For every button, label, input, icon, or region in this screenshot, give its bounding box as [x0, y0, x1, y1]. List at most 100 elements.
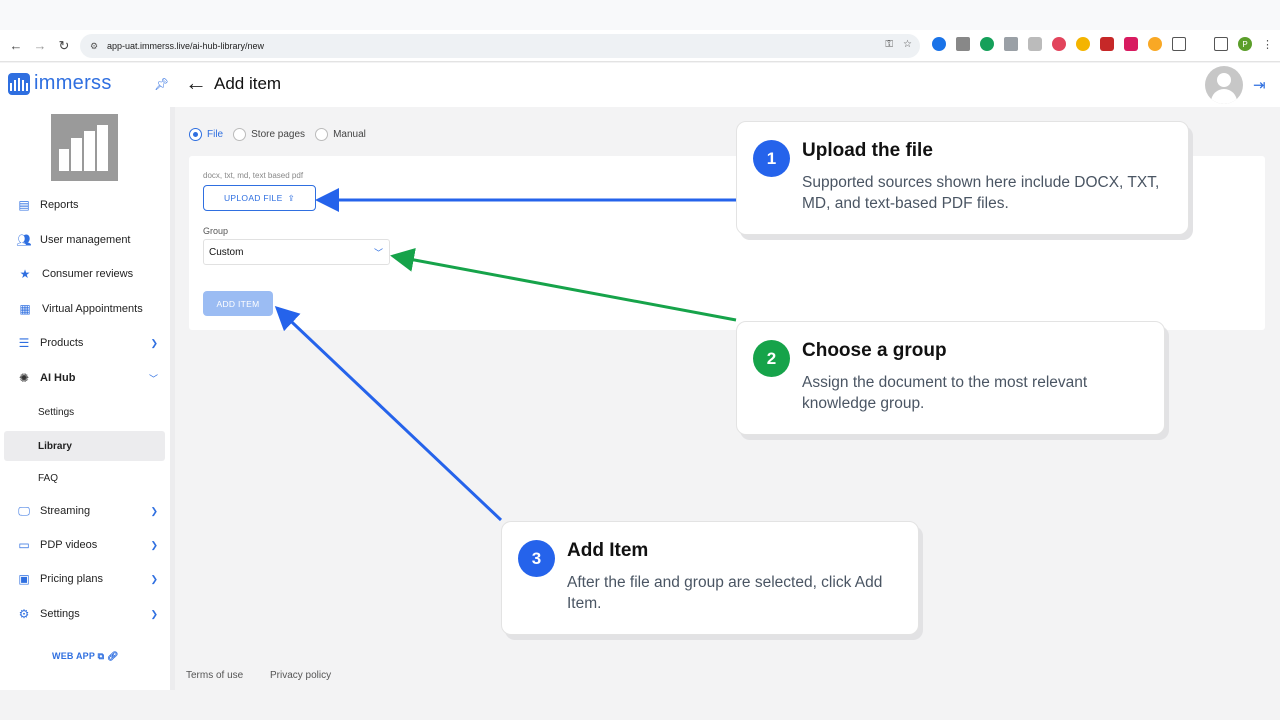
page-bottom-strip: [0, 690, 1280, 720]
radio-store-pages[interactable]: Store pages: [233, 128, 305, 141]
bookmark-star-icon[interactable]: ☆: [903, 39, 912, 50]
sidebar-item-consumer-reviews[interactable]: ★ Consumer reviews: [0, 259, 170, 289]
puzzle-icon[interactable]: [1172, 37, 1186, 51]
site-info-icon[interactable]: ⚙: [90, 40, 102, 52]
list-icon: ☰: [18, 336, 30, 350]
radio-manual[interactable]: Manual: [315, 128, 366, 141]
monitor-icon: 🖵︎: [18, 503, 30, 518]
extension-icon[interactable]: [1052, 37, 1066, 51]
web-app-label: WEB APP: [52, 651, 95, 661]
chevron-right-icon: ❯: [150, 337, 158, 348]
chevron-down-icon: ﹀: [373, 248, 383, 258]
sidebar-item-label: PDP videos: [40, 539, 98, 551]
video-icon: ▭: [18, 538, 30, 552]
app-header: immerss 📌︎ ← Add item ⇥: [0, 63, 1280, 107]
sidebar-item-label: Products: [40, 337, 84, 349]
callout-group: 2 Choose a group Assign the document to …: [736, 321, 1165, 435]
chevron-right-icon: ❯: [150, 539, 158, 550]
address-bar[interactable]: ⚙ app-uat.immerss.live/ai-hub-library/ne…: [80, 34, 920, 58]
sidebar-item-settings[interactable]: ⚙ Settings ❯: [0, 599, 170, 629]
sidebar-item-label: Pricing plans: [40, 573, 103, 585]
sidebar-item-ai-hub[interactable]: ✺ AI Hub ﹀: [0, 363, 170, 393]
brand-logo[interactable]: immerss: [8, 72, 112, 95]
reading-list-icon[interactable]: [1214, 37, 1228, 51]
profile-avatar[interactable]: P: [1238, 37, 1252, 51]
pricing-icon: ▣: [18, 572, 30, 586]
sidebar-subitem-faq[interactable]: FAQ: [38, 473, 58, 484]
arrow-to-add-item: [274, 305, 503, 522]
ai-brain-icon: ✺: [18, 371, 30, 385]
gear-icon: ⚙: [18, 607, 30, 621]
sidebar-divider: [170, 107, 175, 690]
callout-body: After the file and group are selected, c…: [567, 574, 883, 612]
star-icon: ★: [19, 267, 31, 281]
radio-label: Manual: [333, 129, 366, 140]
add-item-label: ADD ITEM: [216, 298, 260, 309]
group-value: Custom: [209, 246, 244, 258]
sidebar-active-highlight: [4, 431, 165, 461]
chevron-right-icon: ❯: [150, 505, 158, 516]
brand-name: immerss: [34, 72, 112, 94]
extension-icon[interactable]: [956, 37, 970, 51]
browser-tab-strip: [0, 0, 1280, 30]
group-label: Group: [203, 226, 229, 236]
avatar[interactable]: [1205, 66, 1243, 104]
sidebar-item-label: AI Hub: [40, 372, 76, 384]
back-arrow-icon[interactable]: ←: [185, 72, 207, 94]
callout-body: Supported sources shown here include DOC…: [802, 174, 1160, 212]
pin-icon[interactable]: 📌︎: [154, 77, 169, 91]
chevron-right-icon: ❯: [150, 608, 158, 619]
calendar-icon: ▦: [19, 302, 31, 316]
privacy-policy-link[interactable]: Privacy policy: [270, 670, 331, 681]
radio-file[interactable]: File: [189, 128, 223, 141]
chevron-down-icon: ﹀: [148, 373, 158, 384]
terms-of-use-link[interactable]: Terms of use: [186, 670, 243, 681]
web-app-link[interactable]: WEB APP ⧉ 🔗︎: [52, 651, 119, 662]
extension-icon[interactable]: [1004, 37, 1018, 51]
step-number-badge: 1: [753, 140, 790, 177]
page-title: Add item: [214, 74, 282, 93]
logout-icon[interactable]: ⇥: [1253, 76, 1266, 94]
sidebar-item-reports[interactable]: ▤ Reports: [0, 190, 170, 220]
extension-icon[interactable]: [1148, 37, 1162, 51]
sidebar-item-streaming[interactable]: 🖵︎ Streaming ❯: [0, 496, 170, 526]
extension-icon[interactable]: [980, 37, 994, 51]
extension-icon[interactable]: [1076, 37, 1090, 51]
camera-icon[interactable]: [1028, 37, 1042, 51]
sidebar-item-pdp-videos[interactable]: ▭ PDP videos ❯: [0, 530, 170, 560]
radio-label: File: [207, 129, 224, 140]
add-item-button[interactable]: ADD ITEM: [203, 291, 273, 316]
file-types-hint: docx, txt, md, text based pdf: [203, 171, 304, 180]
sidebar-subitem-library[interactable]: Library: [38, 441, 72, 452]
sidebar-subitem-settings[interactable]: Settings: [38, 407, 74, 418]
logo-mark-icon: [8, 72, 30, 95]
key-icon[interactable]: ⚿: [885, 39, 893, 50]
radio-indicator: [315, 128, 329, 141]
browser-menu-icon[interactable]: ⋮: [1262, 38, 1273, 51]
url-text: app-uat.immerss.live/ai-hub-library/new: [107, 41, 265, 51]
step-number-badge: 3: [518, 540, 555, 577]
sidebar: ▤ Reports 👥︎ User management ★ Consumer …: [0, 107, 170, 690]
upload-label: UPLOAD FILE: [223, 193, 283, 203]
browser-toolbar: ← → ↻ ⚙ app-uat.immerss.live/ai-hub-libr…: [0, 30, 1280, 62]
forward-icon[interactable]: →: [28, 34, 52, 58]
shield-icon[interactable]: [1124, 37, 1138, 51]
sidebar-item-products[interactable]: ☰ Products ❯: [0, 328, 170, 358]
radio-indicator: [233, 128, 247, 141]
sidebar-item-pricing-plans[interactable]: ▣ Pricing plans ❯: [0, 564, 170, 594]
callout-add-item: 3 Add Item After the file and group are …: [501, 521, 919, 635]
store-logo: [51, 114, 118, 181]
sidebar-item-user-management[interactable]: 👥︎ User management: [0, 225, 170, 255]
sidebar-item-virtual-appointments[interactable]: ▦ Virtual Appointments: [0, 294, 170, 324]
reload-icon[interactable]: ↻: [52, 34, 76, 58]
callout-upload: 1 Upload the file Supported sources show…: [736, 121, 1189, 235]
external-link-icon: ⧉ 🔗︎: [97, 651, 119, 661]
upload-file-button[interactable]: UPLOAD FILE ⇪: [203, 185, 316, 211]
back-icon[interactable]: ←: [4, 34, 28, 58]
extension-icon[interactable]: [1100, 37, 1114, 51]
extensions-bar: P ⋮: [932, 37, 1273, 51]
upload-icon: ⇪: [287, 192, 295, 203]
callout-title: Choose a group: [802, 340, 947, 361]
group-select[interactable]: Custom ﹀: [203, 239, 390, 265]
extension-icon[interactable]: [932, 37, 946, 51]
